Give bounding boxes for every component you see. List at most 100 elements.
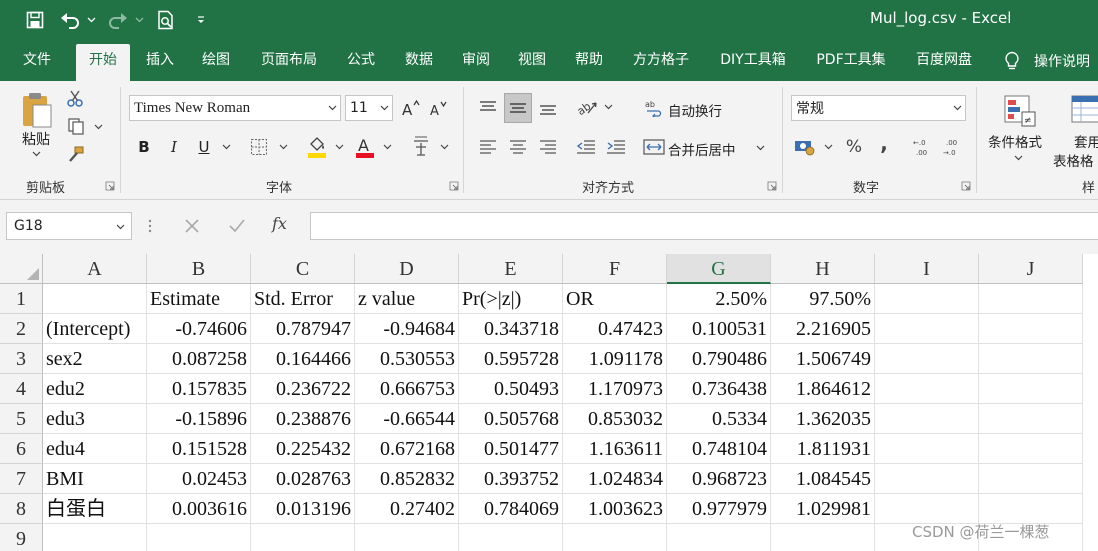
- align-left-button[interactable]: [476, 135, 500, 159]
- insert-function-button[interactable]: fx: [272, 214, 287, 233]
- cell-g4[interactable]: 0.736438: [667, 374, 771, 404]
- tab-pdf-tools[interactable]: PDF工具集: [806, 40, 896, 81]
- italic-button[interactable]: I: [163, 135, 185, 159]
- cell-h5[interactable]: 1.362035: [771, 404, 875, 434]
- column-header-f[interactable]: F: [563, 254, 667, 284]
- cell-f6[interactable]: 1.163611: [563, 434, 667, 464]
- wrap-text-label[interactable]: 自动换行: [668, 100, 722, 120]
- row-header-4[interactable]: 4: [0, 374, 43, 404]
- cell-a3[interactable]: sex2: [43, 344, 147, 374]
- conditional-formatting-label[interactable]: 条件格式: [988, 131, 1042, 151]
- paste-button[interactable]: [16, 89, 58, 133]
- tab-insert[interactable]: 插入: [138, 40, 182, 81]
- cell-d8[interactable]: 0.27402: [355, 494, 459, 524]
- cell-e7[interactable]: 0.393752: [459, 464, 563, 494]
- column-header-a[interactable]: A: [43, 254, 147, 284]
- undo-icon[interactable]: [58, 7, 82, 33]
- align-right-button[interactable]: [536, 135, 560, 159]
- cell-b6[interactable]: 0.151528: [147, 434, 251, 464]
- cell-g3[interactable]: 0.790486: [667, 344, 771, 374]
- cell-c2[interactable]: 0.787947: [251, 314, 355, 344]
- tell-me-search[interactable]: 操作说明: [1004, 40, 1090, 81]
- phonetic-dropdown-icon[interactable]: [440, 144, 449, 150]
- tab-page-layout[interactable]: 页面布局: [252, 40, 326, 81]
- alignment-launcher-icon[interactable]: [767, 181, 777, 191]
- row-header-6[interactable]: 6: [0, 434, 43, 464]
- tab-draw[interactable]: 绘图: [194, 40, 238, 81]
- copy-button[interactable]: [64, 115, 88, 137]
- cell-j7[interactable]: [979, 464, 1083, 494]
- cell-j3[interactable]: [979, 344, 1083, 374]
- cell-f2[interactable]: 0.47423: [563, 314, 667, 344]
- cell-e4[interactable]: 0.50493: [459, 374, 563, 404]
- cell-c9[interactable]: [251, 524, 355, 551]
- enter-check-icon[interactable]: [228, 218, 246, 234]
- cell-c3[interactable]: 0.164466: [251, 344, 355, 374]
- cell-a6[interactable]: edu4: [43, 434, 147, 464]
- cell-c6[interactable]: 0.225432: [251, 434, 355, 464]
- customize-toolbar-icon[interactable]: [194, 7, 208, 33]
- cut-button[interactable]: [64, 87, 86, 109]
- increase-decimal-button[interactable]: ←.0.00: [910, 135, 936, 159]
- phonetic-guide-button[interactable]: [408, 133, 434, 161]
- fill-color-dropdown-icon[interactable]: [335, 144, 344, 150]
- cell-i7[interactable]: [875, 464, 979, 494]
- column-header-c[interactable]: C: [251, 254, 355, 284]
- cell-f8[interactable]: 1.003623: [563, 494, 667, 524]
- formula-input[interactable]: [310, 212, 1098, 240]
- copy-dropdown-icon[interactable]: [94, 124, 103, 130]
- cell-h1[interactable]: 97.50%: [771, 284, 875, 314]
- cell-b4[interactable]: 0.157835: [147, 374, 251, 404]
- borders-button[interactable]: [246, 135, 272, 159]
- underline-dropdown-icon[interactable]: [222, 144, 231, 150]
- tab-ffcell[interactable]: 方方格子: [624, 40, 698, 81]
- paste-dropdown-icon[interactable]: [32, 151, 41, 157]
- align-center-button[interactable]: [506, 135, 530, 159]
- cell-j1[interactable]: [979, 284, 1083, 314]
- resize-handle-icon[interactable]: [148, 219, 152, 233]
- tab-data[interactable]: 数据: [396, 40, 442, 81]
- row-header-2[interactable]: 2: [0, 314, 43, 344]
- cell-g6[interactable]: 0.748104: [667, 434, 771, 464]
- number-launcher-icon[interactable]: [961, 181, 971, 191]
- font-size-combo[interactable]: 11: [345, 95, 393, 121]
- cell-g9[interactable]: [667, 524, 771, 551]
- tab-formulas[interactable]: 公式: [338, 40, 384, 81]
- cell-e1[interactable]: Pr(>|z|): [459, 284, 563, 314]
- conditional-dropdown-icon[interactable]: [1014, 155, 1023, 161]
- cell-b8[interactable]: 0.003616: [147, 494, 251, 524]
- format-painter-button[interactable]: [64, 143, 88, 165]
- orientation-button[interactable]: ab: [572, 93, 602, 121]
- cell-h6[interactable]: 1.811931: [771, 434, 875, 464]
- comma-style-button[interactable]: ,: [874, 131, 894, 155]
- cell-i4[interactable]: [875, 374, 979, 404]
- cell-b5[interactable]: -0.15896: [147, 404, 251, 434]
- cell-e9[interactable]: [459, 524, 563, 551]
- column-header-d[interactable]: D: [355, 254, 459, 284]
- column-header-h[interactable]: H: [771, 254, 875, 284]
- cell-j5[interactable]: [979, 404, 1083, 434]
- conditional-formatting-button[interactable]: ≠: [1000, 91, 1040, 131]
- cell-h7[interactable]: 1.084545: [771, 464, 875, 494]
- cell-d1[interactable]: z value: [355, 284, 459, 314]
- clipboard-launcher-icon[interactable]: [105, 181, 115, 191]
- font-color-button[interactable]: A: [352, 133, 378, 161]
- cell-f4[interactable]: 1.170973: [563, 374, 667, 404]
- cell-f9[interactable]: [563, 524, 667, 551]
- bold-button[interactable]: B: [133, 135, 155, 159]
- merge-dropdown-icon[interactable]: [756, 145, 765, 151]
- cell-i8[interactable]: [875, 494, 979, 524]
- cell-d3[interactable]: 0.530553: [355, 344, 459, 374]
- save-icon[interactable]: [24, 7, 46, 33]
- cell-b2[interactable]: -0.74606: [147, 314, 251, 344]
- cell-g8[interactable]: 0.977979: [667, 494, 771, 524]
- print-preview-icon[interactable]: [154, 7, 178, 33]
- name-box[interactable]: G18: [6, 212, 132, 240]
- cell-c7[interactable]: 0.028763: [251, 464, 355, 494]
- column-header-b[interactable]: B: [147, 254, 251, 284]
- cell-f5[interactable]: 0.853032: [563, 404, 667, 434]
- cell-d2[interactable]: -0.94684: [355, 314, 459, 344]
- tab-file[interactable]: 文件: [14, 40, 60, 81]
- undo-dropdown-icon[interactable]: [85, 7, 97, 33]
- cancel-icon[interactable]: [184, 218, 200, 234]
